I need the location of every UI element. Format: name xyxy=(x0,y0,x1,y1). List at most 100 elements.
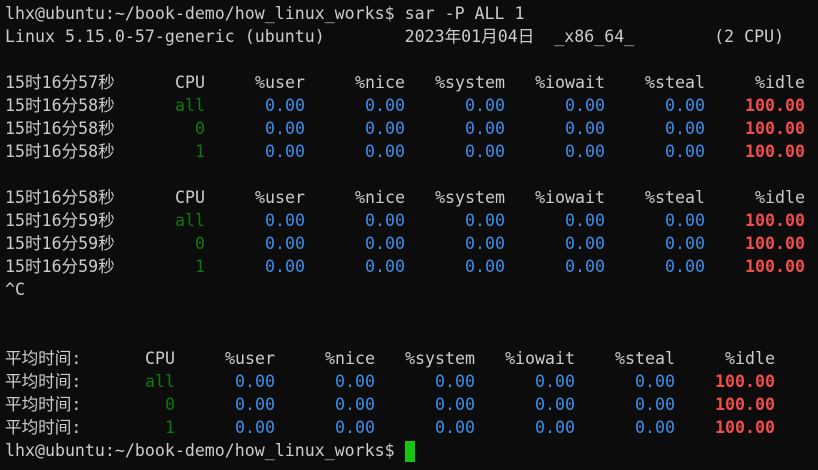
stat-value: 0.00 xyxy=(535,372,575,391)
column-header: %steal xyxy=(645,188,705,207)
stat-value: 0.00 xyxy=(365,257,405,276)
stat-value: 0.00 xyxy=(465,234,505,253)
stat-value: 0.00 xyxy=(565,234,605,253)
stat-value: 0.00 xyxy=(465,119,505,138)
column-header: %system xyxy=(435,73,505,92)
stat-value: 0.00 xyxy=(365,142,405,161)
stat-value: 0.00 xyxy=(635,395,675,414)
stat-value: 0.00 xyxy=(665,211,705,230)
header-time: 15时16分57秒 xyxy=(5,73,115,92)
stat-value: 0.00 xyxy=(465,257,505,276)
stat-value: 100.00 xyxy=(745,257,805,276)
cpu-id: 0 xyxy=(195,234,205,253)
stat-value: 0.00 xyxy=(365,96,405,115)
stat-value: 0.00 xyxy=(565,142,605,161)
stat-value: 0.00 xyxy=(665,142,705,161)
row-time: 平均时间: xyxy=(5,395,82,414)
column-header: %nice xyxy=(325,349,375,368)
column-header: %iowait xyxy=(535,188,605,207)
stat-value: 0.00 xyxy=(535,395,575,414)
column-header: %iowait xyxy=(535,73,605,92)
cpu-id: 0 xyxy=(165,395,175,414)
column-header: %nice xyxy=(355,188,405,207)
stat-value: 100.00 xyxy=(715,418,775,437)
system-info: Linux 5.15.0-57-generic (ubuntu) 2023年01… xyxy=(5,27,785,46)
stat-value: 0.00 xyxy=(265,234,305,253)
stat-value: 0.00 xyxy=(265,257,305,276)
cpu-id: 1 xyxy=(195,257,205,276)
column-header: %iowait xyxy=(505,349,575,368)
header-time: 平均时间: xyxy=(5,349,82,368)
row-time: 15时16分59秒 xyxy=(5,211,115,230)
stat-value: 0.00 xyxy=(665,119,705,138)
column-header: CPU xyxy=(175,188,205,207)
stat-value: 100.00 xyxy=(745,211,805,230)
column-header: %idle xyxy=(755,73,805,92)
cpu-id: 1 xyxy=(165,418,175,437)
stat-value: 0.00 xyxy=(435,395,475,414)
stat-value: 0.00 xyxy=(265,211,305,230)
column-header: %steal xyxy=(645,73,705,92)
stat-value: 0.00 xyxy=(265,96,305,115)
stat-value: 0.00 xyxy=(565,96,605,115)
column-header: %user xyxy=(255,188,305,207)
row-time: 15时16分59秒 xyxy=(5,257,115,276)
stat-value: 0.00 xyxy=(335,395,375,414)
row-time: 平均时间: xyxy=(5,372,82,391)
stat-value: 0.00 xyxy=(565,257,605,276)
stat-value: 0.00 xyxy=(635,372,675,391)
stat-value: 0.00 xyxy=(365,119,405,138)
row-time: 平均时间: xyxy=(5,418,82,437)
stat-value: 0.00 xyxy=(665,96,705,115)
stat-value: 0.00 xyxy=(365,234,405,253)
stat-value: 0.00 xyxy=(465,142,505,161)
stat-value: 0.00 xyxy=(265,119,305,138)
stat-value: 0.00 xyxy=(665,234,705,253)
stat-value: 0.00 xyxy=(635,418,675,437)
stat-value: 100.00 xyxy=(745,119,805,138)
stat-value: 0.00 xyxy=(335,372,375,391)
cpu-id: 0 xyxy=(195,119,205,138)
stat-value: 0.00 xyxy=(265,142,305,161)
column-header: %nice xyxy=(355,73,405,92)
column-header: %system xyxy=(435,188,505,207)
stat-value: 0.00 xyxy=(565,119,605,138)
column-header: %idle xyxy=(725,349,775,368)
stat-value: 0.00 xyxy=(235,418,275,437)
stat-value: 100.00 xyxy=(715,395,775,414)
row-time: 15时16分58秒 xyxy=(5,96,115,115)
cpu-id: all xyxy=(145,372,175,391)
stat-value: 0.00 xyxy=(535,418,575,437)
stat-value: 100.00 xyxy=(745,142,805,161)
cpu-id: 1 xyxy=(195,142,205,161)
column-header: %user xyxy=(225,349,275,368)
shell-prompt: lhx@ubuntu:~/book-demo/how_linux_works$ xyxy=(5,441,405,460)
row-time: 15时16分58秒 xyxy=(5,119,115,138)
stat-value: 0.00 xyxy=(335,418,375,437)
stat-value: 0.00 xyxy=(435,372,475,391)
stat-value: 0.00 xyxy=(235,395,275,414)
interrupt-text: ^C xyxy=(5,280,25,299)
stat-value: 0.00 xyxy=(235,372,275,391)
cpu-id: all xyxy=(175,211,205,230)
column-header: %user xyxy=(255,73,305,92)
column-header: %steal xyxy=(615,349,675,368)
stat-value: 0.00 xyxy=(365,211,405,230)
column-header: %idle xyxy=(755,188,805,207)
row-time: 15时16分58秒 xyxy=(5,142,115,161)
column-header: CPU xyxy=(145,349,175,368)
cpu-id: all xyxy=(175,96,205,115)
column-header: CPU xyxy=(175,73,205,92)
command-line: lhx@ubuntu:~/book-demo/how_linux_works$ … xyxy=(5,4,525,23)
stat-value: 100.00 xyxy=(745,96,805,115)
stat-value: 100.00 xyxy=(745,234,805,253)
stat-value: 0.00 xyxy=(665,257,705,276)
cursor xyxy=(405,441,415,462)
header-time: 15时16分58秒 xyxy=(5,188,115,207)
stat-value: 0.00 xyxy=(465,211,505,230)
stat-value: 0.00 xyxy=(465,96,505,115)
column-header: %system xyxy=(405,349,475,368)
stat-value: 0.00 xyxy=(565,211,605,230)
stat-value: 0.00 xyxy=(435,418,475,437)
stat-value: 100.00 xyxy=(715,372,775,391)
